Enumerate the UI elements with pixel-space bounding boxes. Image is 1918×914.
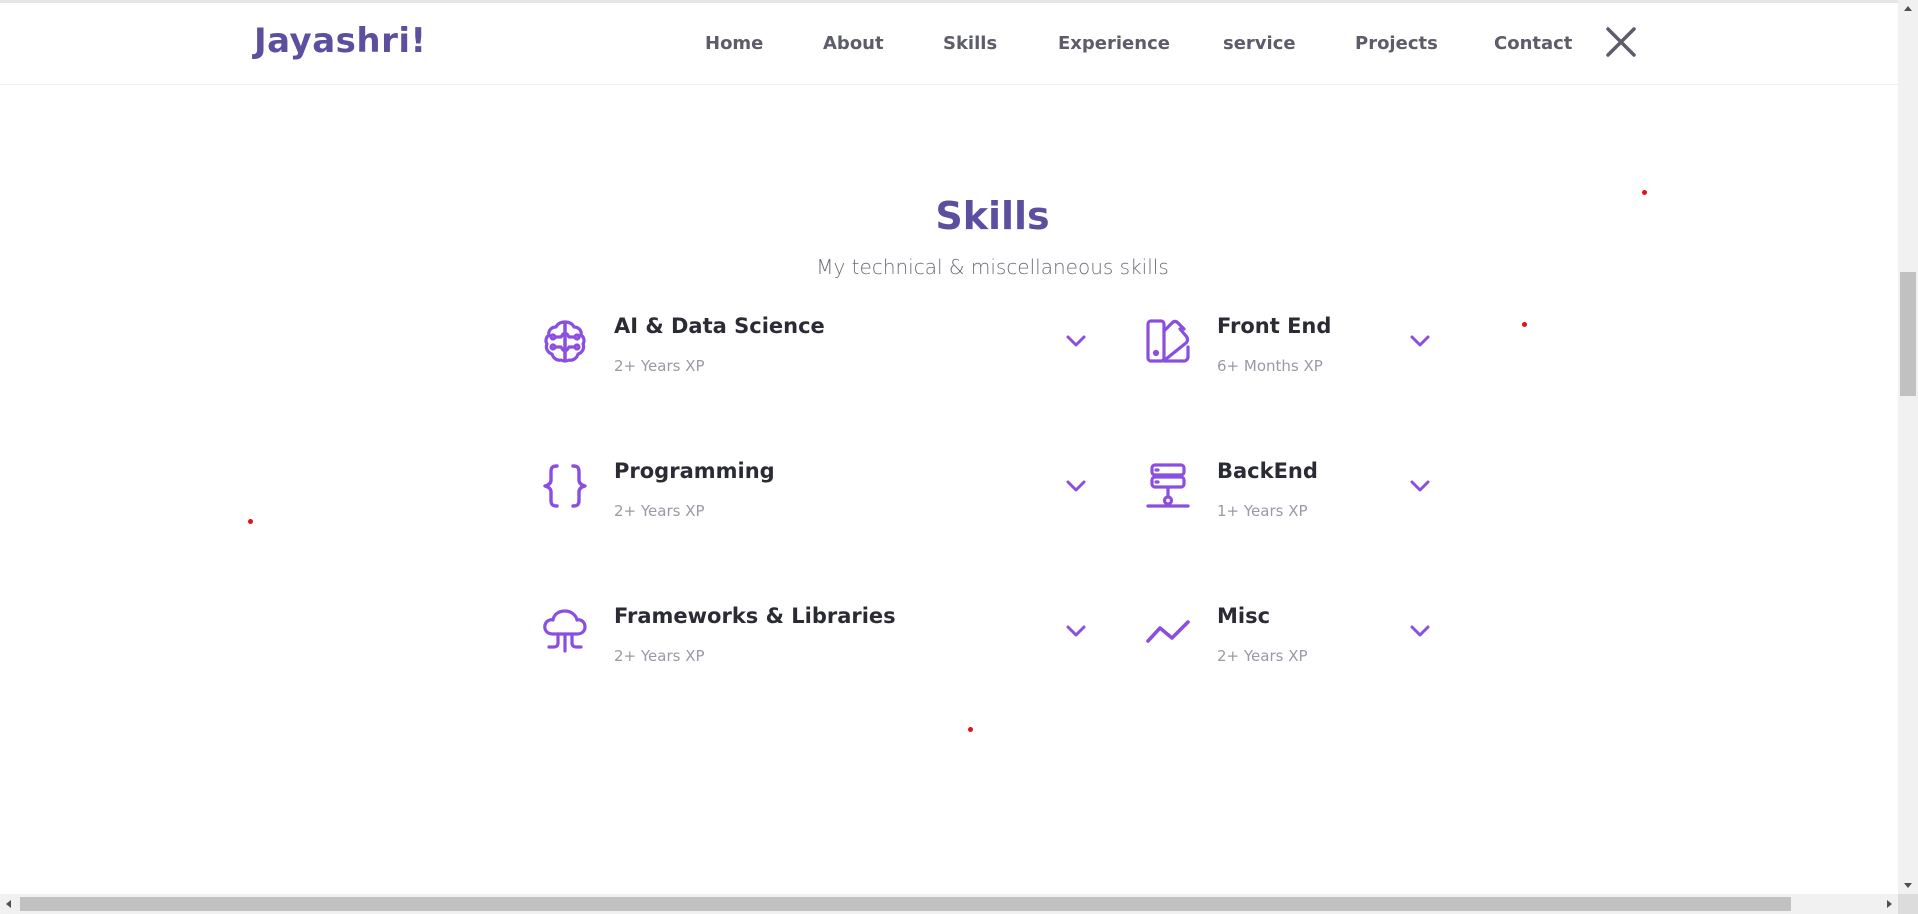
skill-card-front-end[interactable]: Front End 6+ Months XP	[1144, 314, 1444, 377]
skill-experience: 2+ Years XP	[614, 502, 705, 520]
chevron-down-icon[interactable]	[1064, 474, 1088, 498]
skill-experience: 2+ Years XP	[614, 357, 705, 375]
nav-home[interactable]: Home	[705, 33, 763, 54]
scroll-up-arrow-icon[interactable]	[1903, 4, 1913, 12]
skill-title: Misc	[1217, 604, 1271, 628]
skill-card-backend[interactable]: BackEnd 1+ Years XP	[1144, 459, 1444, 522]
cloud-icon	[543, 609, 587, 653]
decorative-dot	[968, 727, 973, 732]
chevron-down-icon[interactable]	[1408, 329, 1432, 353]
nav-projects[interactable]: Projects	[1355, 33, 1438, 54]
scroll-right-arrow-icon[interactable]	[1886, 899, 1894, 909]
site-header: Jayashri! Home About Skills Experience s…	[0, 3, 1898, 85]
skill-card-ai-data-science[interactable]: AI & Data Science 2+ Years XP	[541, 314, 1101, 377]
skill-experience: 1+ Years XP	[1217, 502, 1308, 520]
scrollbar-corner	[1898, 894, 1918, 914]
nav-service[interactable]: service	[1223, 33, 1296, 54]
decorative-dot	[1522, 322, 1527, 327]
horizontal-scrollbar[interactable]	[0, 894, 1898, 914]
close-menu-button[interactable]	[1604, 25, 1638, 59]
skill-experience: 2+ Years XP	[1217, 647, 1308, 665]
braces-icon	[543, 464, 587, 508]
skill-card-misc[interactable]: Misc 2+ Years XP	[1144, 604, 1444, 667]
server-icon	[1146, 463, 1190, 508]
decorative-dot	[248, 519, 253, 524]
skill-title: Frameworks & Libraries	[614, 604, 896, 628]
skill-card-frameworks-libraries[interactable]: Frameworks & Libraries 2+ Years XP	[541, 604, 1101, 667]
vertical-scrollbar[interactable]	[1898, 0, 1918, 894]
chevron-down-icon[interactable]	[1408, 474, 1432, 498]
decorative-dot	[1642, 190, 1647, 195]
scroll-left-arrow-icon[interactable]	[4, 899, 12, 909]
chevron-down-icon[interactable]	[1408, 619, 1432, 643]
nav-about[interactable]: About	[823, 33, 884, 54]
skill-card-programming[interactable]: Programming 2+ Years XP	[541, 459, 1101, 522]
skill-title: BackEnd	[1217, 459, 1318, 483]
brain-icon	[544, 320, 586, 363]
scroll-down-arrow-icon[interactable]	[1903, 882, 1913, 890]
skill-experience: 2+ Years XP	[614, 647, 705, 665]
skill-title: Front End	[1217, 314, 1332, 338]
nav-experience[interactable]: Experience	[1058, 33, 1170, 54]
chevron-down-icon[interactable]	[1064, 619, 1088, 643]
section-subtitle: My technical & miscellaneous skills	[816, 255, 1169, 279]
section-title: Skills	[935, 194, 1050, 238]
close-icon	[1606, 27, 1636, 57]
chevron-down-icon[interactable]	[1064, 329, 1088, 353]
trend-icon	[1146, 620, 1190, 643]
palette-icon	[1146, 319, 1190, 363]
skill-title: Programming	[614, 459, 775, 483]
skill-experience: 6+ Months XP	[1217, 357, 1323, 375]
skill-title: AI & Data Science	[614, 314, 825, 338]
nav-contact[interactable]: Contact	[1494, 33, 1572, 54]
nav-skills[interactable]: Skills	[943, 33, 997, 54]
vertical-scroll-thumb[interactable]	[1900, 272, 1916, 396]
horizontal-scroll-thumb[interactable]	[20, 897, 1791, 911]
site-logo[interactable]: Jayashri!	[254, 21, 427, 61]
